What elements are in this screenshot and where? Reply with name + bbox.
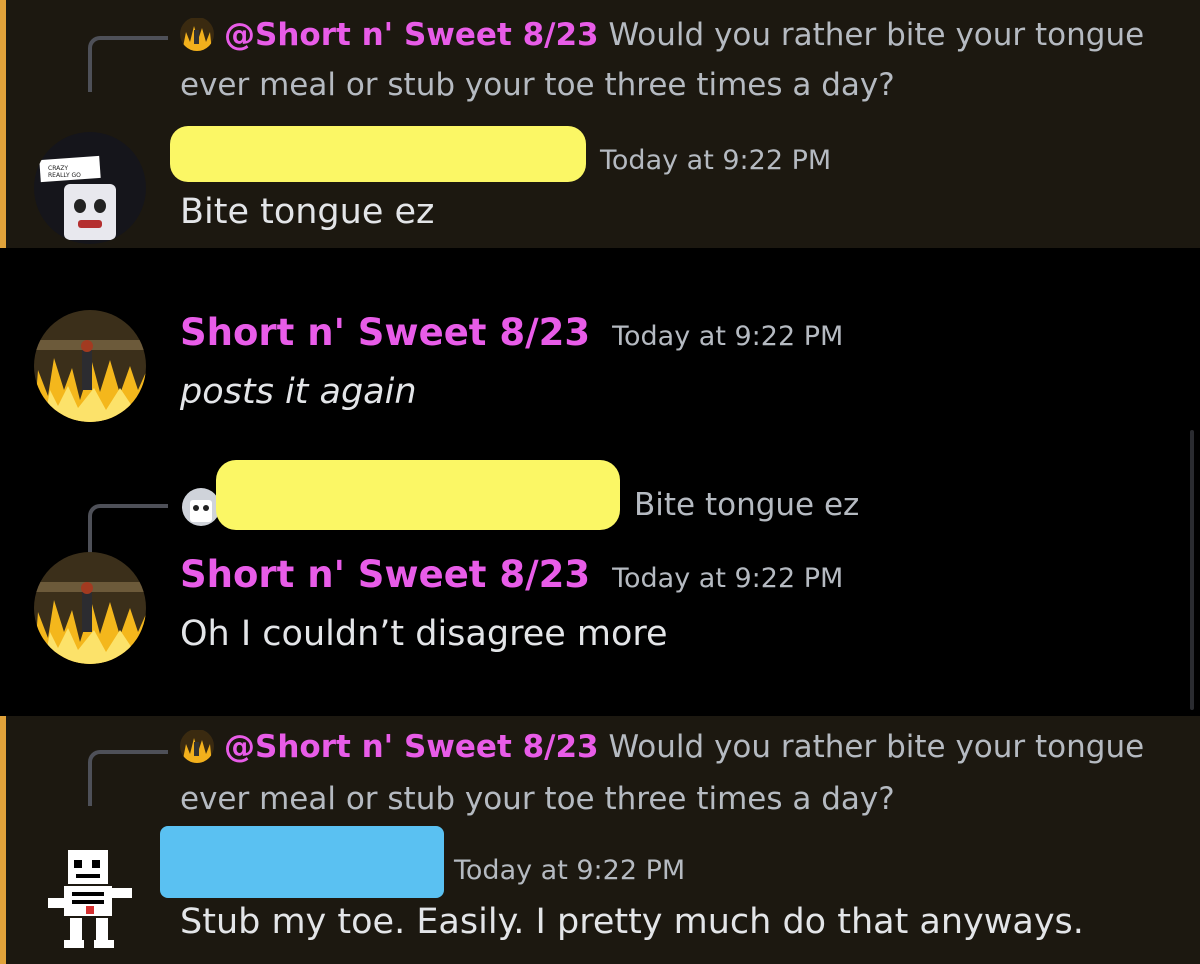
fire-avatar-icon (180, 729, 214, 763)
skeleton-avatar-icon[interactable] (34, 840, 146, 952)
reply-spine (88, 36, 168, 92)
message-content: Oh I couldn’t disagree more (180, 614, 668, 654)
reply-mention[interactable]: @Short n' Sweet 8/23 (224, 17, 599, 53)
message-4: @Short n' Sweet 8/23 Would you rather bi… (0, 716, 1200, 964)
timestamp: Today at 9:22 PM (454, 855, 686, 886)
timestamp: Today at 9:22 PM (600, 145, 832, 176)
scrollbar[interactable] (1190, 430, 1194, 710)
reply-text: Would you rather bite your tongue (608, 17, 1145, 53)
toaster-avatar-icon (182, 488, 220, 526)
message-header: Short n' Sweet 8/23 Today at 9:22 PM (180, 548, 843, 606)
message-content: Stub my toe. Easily. I pretty much do th… (180, 902, 1084, 942)
author-name[interactable]: Short n' Sweet 8/23 (180, 553, 590, 596)
reply-preview[interactable]: @Short n' Sweet 8/23 Would you rather bi… (180, 722, 1160, 772)
reply-text-cont: ever meal or stub your toe three times a… (180, 781, 895, 817)
fire-avatar-icon[interactable] (34, 310, 146, 422)
message-header: Short n' Sweet 8/23 Today at 9:22 PM (180, 306, 843, 364)
fire-avatar-icon[interactable] (34, 552, 146, 664)
reply-text-cont: ever meal or stub your toe three times a… (180, 67, 895, 103)
message-1: @Short n' Sweet 8/23 Would you rather bi… (0, 0, 1200, 248)
reply-text[interactable]: Bite tongue ez (634, 480, 859, 530)
fire-avatar-icon (180, 17, 214, 51)
reply-text: Would you rather bite your tongue (608, 729, 1145, 765)
reply-spine (88, 504, 168, 560)
message-content: Bite tongue ez (180, 192, 435, 232)
timestamp: Today at 9:22 PM (612, 563, 844, 594)
timestamp: Today at 9:22 PM (612, 321, 844, 352)
redacted-username (170, 126, 586, 182)
message-header: Today at 9:22 PM (600, 130, 831, 188)
message-header: Today at 9:22 PM (454, 840, 685, 898)
reply-mention[interactable]: @Short n' Sweet 8/23 (224, 729, 599, 765)
svg-text:CRAZY: CRAZY (48, 165, 68, 172)
message-2: Short n' Sweet 8/23 Today at 9:22 PM post… (0, 296, 1200, 446)
redacted-username (160, 826, 444, 898)
message-3: Bite tongue ez Short n' Sweet 8/23 Today … (0, 460, 1200, 696)
toaster-avatar-icon[interactable]: CRAZY REALLY GO (34, 132, 146, 244)
reply-preview[interactable]: @Short n' Sweet 8/23 Would you rather bi… (180, 10, 1160, 60)
reply-spine (88, 750, 168, 806)
svg-text:REALLY GO: REALLY GO (48, 172, 81, 179)
redacted-username (216, 460, 620, 530)
author-name[interactable]: Short n' Sweet 8/23 (180, 311, 590, 354)
message-content: posts it again (180, 372, 417, 412)
